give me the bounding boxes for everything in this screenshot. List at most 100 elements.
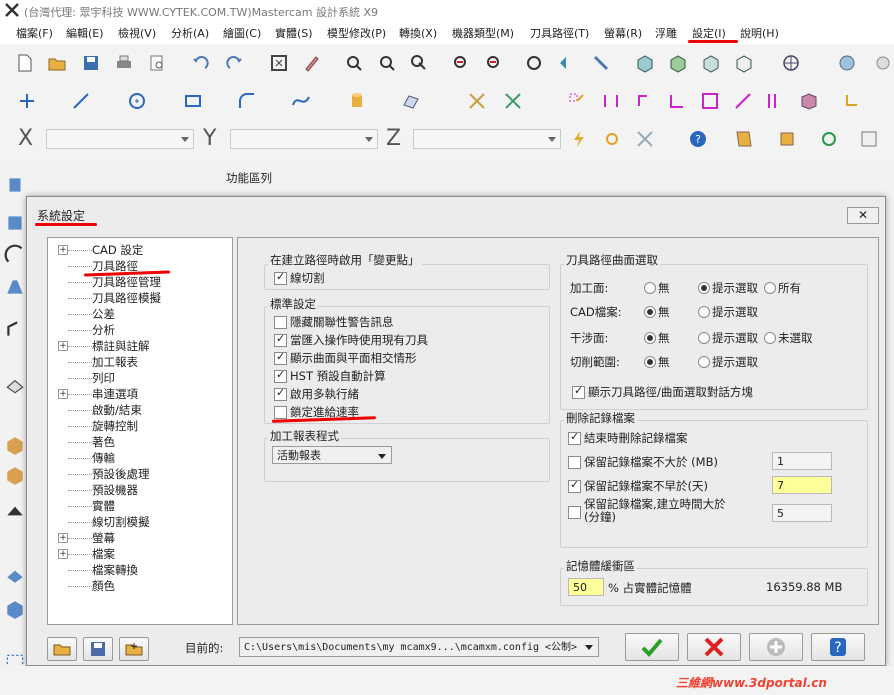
tree-item-files[interactable]: 檔案 xyxy=(92,546,115,562)
autocursor-off-icon[interactable] xyxy=(634,128,656,150)
use-existing-tools-checkbox[interactable] xyxy=(274,332,287,347)
setup-sheet-select[interactable]: 活動報表 xyxy=(272,446,392,464)
keep-size-checkbox[interactable] xyxy=(568,456,581,469)
cylinder-icon[interactable] xyxy=(346,90,368,112)
tree-item-shading[interactable]: 著色 xyxy=(92,434,115,450)
named-views-icon[interactable] xyxy=(590,52,612,74)
cancel-button[interactable] xyxy=(687,633,741,661)
shaded-sphere-icon[interactable] xyxy=(836,52,858,74)
solid-loft-icon[interactable] xyxy=(4,276,26,298)
view-previous-icon[interactable] xyxy=(556,52,578,74)
xform-project-icon[interactable] xyxy=(798,90,820,112)
expand-icon[interactable]: + xyxy=(58,533,68,543)
menu-view[interactable]: 檢視(V) xyxy=(118,25,156,41)
trim-icon[interactable] xyxy=(466,90,488,112)
drive-all-radio[interactable] xyxy=(764,282,776,294)
more-options-icon[interactable] xyxy=(872,52,894,74)
tree-item-default-post[interactable]: 預設後處理 xyxy=(92,466,150,482)
solid-thicken-icon[interactable] xyxy=(4,564,26,586)
menu-machine-type[interactable]: 機器類型(M) xyxy=(452,25,514,41)
y-coord-input[interactable] xyxy=(230,129,378,149)
keep-size-input[interactable]: 1 xyxy=(772,452,832,470)
help-icon[interactable]: ? xyxy=(687,128,709,150)
unzoom-icon[interactable] xyxy=(483,52,505,74)
top-view-icon[interactable] xyxy=(634,52,656,74)
tree-item-communications[interactable]: 傳輸 xyxy=(92,450,115,466)
menu-edit[interactable]: 編輯(E) xyxy=(66,25,104,41)
xform-mirror-icon[interactable] xyxy=(600,90,622,112)
expand-icon[interactable]: + xyxy=(58,549,68,559)
side-view-icon[interactable] xyxy=(700,52,722,74)
menu-create[interactable]: 繪圖(C) xyxy=(223,25,261,41)
tree-item-cad[interactable]: CAD 設定 xyxy=(92,242,143,258)
tree-item-wire-simulation[interactable]: 線切割模擬 xyxy=(92,514,150,530)
solid-boolean-icon[interactable] xyxy=(4,464,26,486)
xform-translate-icon[interactable] xyxy=(566,90,588,112)
tree-item-toolpath-simulation[interactable]: 刀具路徑模擬 xyxy=(92,290,161,306)
tree-item-print[interactable]: 列印 xyxy=(92,370,115,386)
zoom-target-icon[interactable] xyxy=(376,52,398,74)
containment-prompt-radio[interactable] xyxy=(698,356,710,368)
solid-fillet-icon[interactable] xyxy=(4,318,26,340)
solid-extrude-icon[interactable] xyxy=(4,212,26,234)
solid-remove-faces-icon[interactable] xyxy=(4,598,26,620)
memory-percent-input[interactable]: 50 xyxy=(568,578,604,596)
x-coord-input[interactable] xyxy=(46,129,194,149)
solid-draft-icon[interactable] xyxy=(4,500,26,522)
spline-icon[interactable] xyxy=(290,90,312,112)
rectangle-icon[interactable] xyxy=(182,90,204,112)
z-coord-input[interactable] xyxy=(413,129,561,149)
repaint-icon[interactable] xyxy=(301,52,323,74)
tree-item-analyze[interactable]: 分析 xyxy=(92,322,115,338)
front-view-icon[interactable] xyxy=(667,52,689,74)
menu-toolpaths[interactable]: 刀具路徑(T) xyxy=(530,25,589,41)
delete-on-exit-checkbox[interactable] xyxy=(568,430,581,445)
merge-config-button[interactable] xyxy=(119,637,149,661)
dynamic-rotate-icon[interactable] xyxy=(523,52,545,74)
fit-icon[interactable] xyxy=(268,52,290,74)
solid-shell-icon[interactable] xyxy=(4,374,26,396)
zoom-window-icon[interactable] xyxy=(343,52,365,74)
point-plus-icon[interactable] xyxy=(16,90,38,112)
menu-file[interactable]: 檔案(F) xyxy=(16,25,53,41)
xform-array-icon[interactable] xyxy=(764,90,786,112)
current-config-select[interactable]: C:\Users\mis\Documents\my mcamx9...\mcam… xyxy=(239,637,599,657)
close-button[interactable]: ✕ xyxy=(847,207,879,224)
tree-item-spin-control[interactable]: 旋轉控制 xyxy=(92,418,138,434)
xform-drag-icon[interactable] xyxy=(842,90,864,112)
select-arrow-icon[interactable] xyxy=(408,52,430,74)
show-intersection-checkbox[interactable] xyxy=(274,350,287,365)
show-selection-dialog-checkbox[interactable] xyxy=(572,384,585,399)
menu-art[interactable]: 浮雕 xyxy=(655,25,677,41)
expand-icon[interactable]: + xyxy=(58,389,68,399)
tree-item-dimensions[interactable]: 標註與註解 xyxy=(92,338,150,354)
iso-view-icon[interactable] xyxy=(733,52,755,74)
hst-auto-calc-checkbox[interactable] xyxy=(274,368,287,383)
break-icon[interactable] xyxy=(502,90,524,112)
cad-prompt-radio[interactable] xyxy=(698,306,710,318)
tree-item-file-conversion[interactable]: 檔案轉換 xyxy=(92,562,138,578)
tree-item-default-machines[interactable]: 預設機器 xyxy=(92,482,138,498)
tree-item-toolpath-manager[interactable]: 刀具路徑管理 xyxy=(92,274,161,290)
drive-prompt-radio[interactable] xyxy=(698,282,710,294)
print-preview-icon[interactable] xyxy=(146,52,168,74)
multithreading-checkbox[interactable] xyxy=(274,386,287,401)
line-icon[interactable] xyxy=(70,90,92,112)
selection-window-icon[interactable] xyxy=(858,128,880,150)
solid-box-icon[interactable] xyxy=(4,434,26,456)
tree-item-chaining[interactable]: 串連選項 xyxy=(92,386,138,402)
drive-none-radio[interactable] xyxy=(644,282,656,294)
save-icon[interactable] xyxy=(80,52,102,74)
cad-none-radio[interactable] xyxy=(644,306,656,318)
hide-warning-checkbox[interactable] xyxy=(274,316,287,329)
new-file-icon[interactable] xyxy=(14,52,36,74)
print-icon[interactable] xyxy=(113,52,135,74)
xform-scale-icon[interactable] xyxy=(699,90,721,112)
tree-item-tolerances[interactable]: 公差 xyxy=(92,306,115,322)
tree-item-start-exit[interactable]: 啟動/結束 xyxy=(92,402,142,418)
tree-item-setup-sheet[interactable]: 加工報表 xyxy=(92,354,138,370)
keep-days-checkbox[interactable] xyxy=(568,478,581,493)
select-all-icon[interactable] xyxy=(733,128,755,150)
open-folder-icon[interactable] xyxy=(46,52,68,74)
apply-button[interactable] xyxy=(749,633,803,661)
